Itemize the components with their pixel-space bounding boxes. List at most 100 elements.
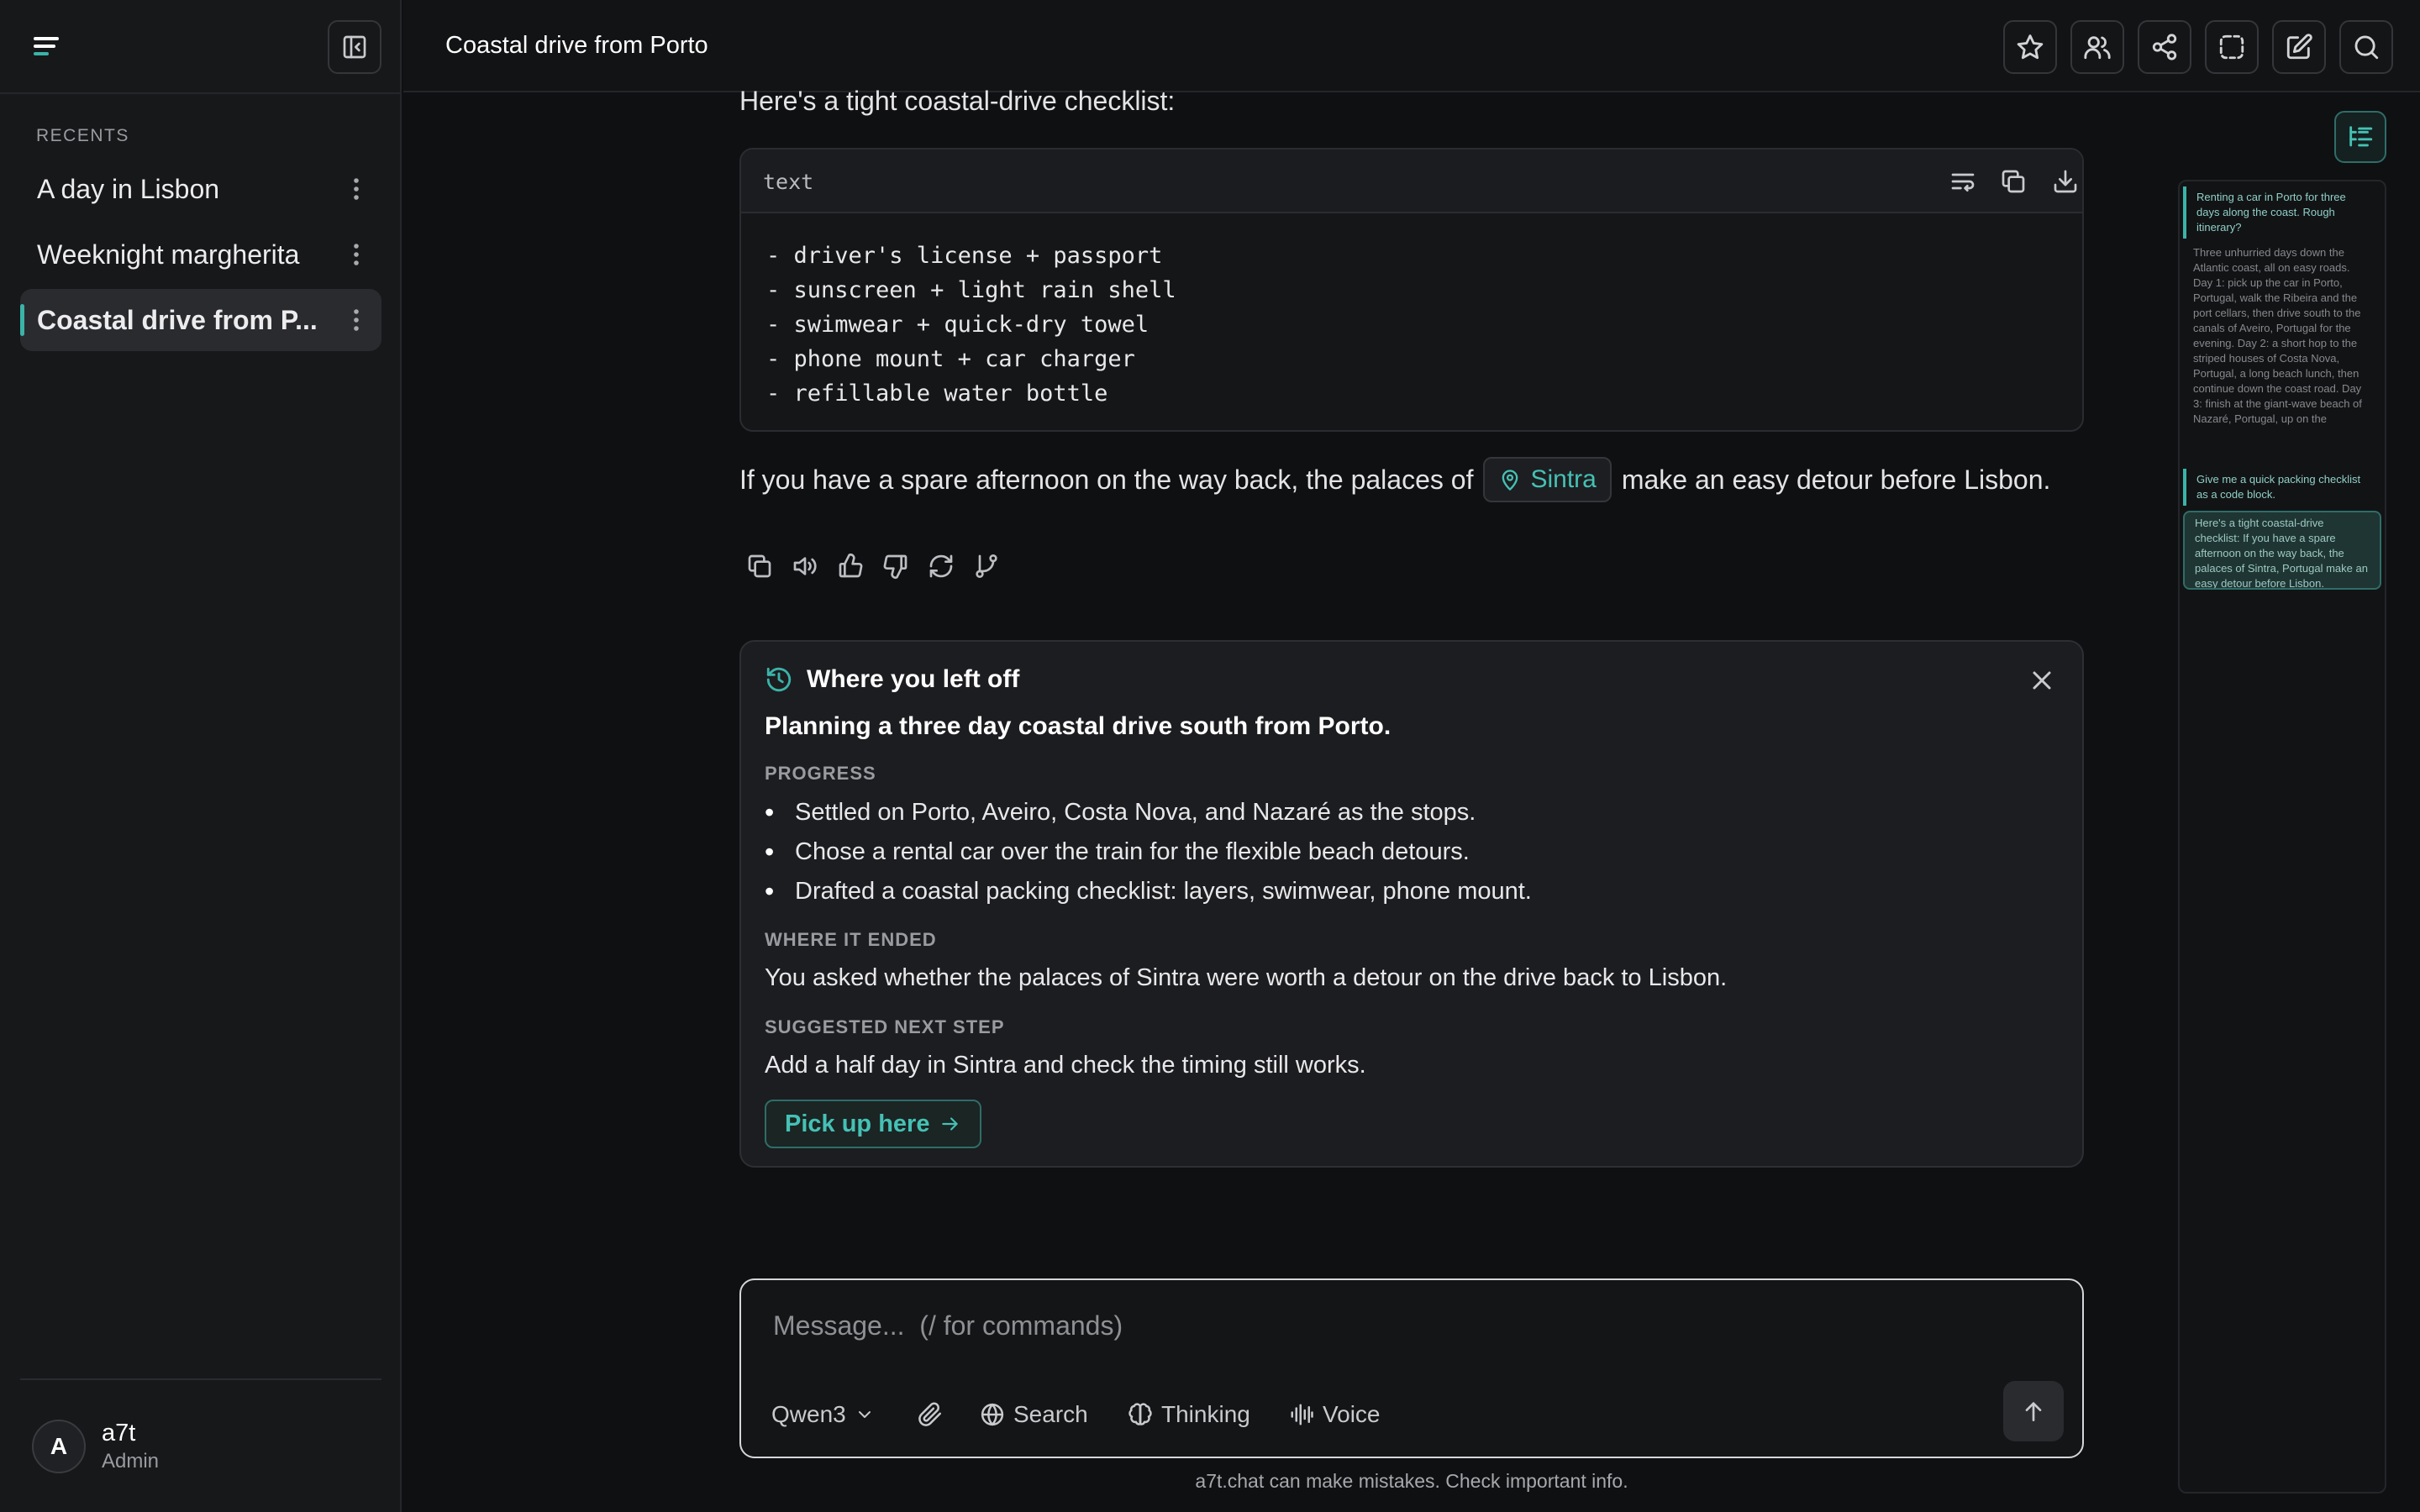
minimap-user-message[interactable]: Renting a car in Porto for three days al… (2183, 186, 2381, 239)
git-branch-icon (976, 554, 997, 578)
download-icon (2054, 170, 2077, 193)
model-selector[interactable]: Qwen3 (771, 1398, 875, 1431)
avatar[interactable]: A (32, 1420, 86, 1473)
progress-item: Settled on Porto, Aveiro, Costa Nova, an… (765, 793, 1532, 832)
recents-label: RECENTS (36, 126, 129, 145)
web-search-toggle[interactable]: Search (980, 1398, 1088, 1431)
share-button[interactable] (2138, 20, 2191, 74)
wrap-text-icon (1951, 173, 1975, 192)
map-pin-icon (1502, 470, 1518, 491)
sidebar: RECENTS A day in Lisbon Weeknight marghe… (0, 0, 402, 1512)
regenerate-button[interactable] (924, 549, 958, 583)
more-options-icon[interactable] (331, 289, 381, 351)
outline-toggle-button[interactable] (2334, 111, 2386, 163)
sidebar-toggle-icon (343, 35, 366, 59)
copy-icon (2002, 170, 2025, 193)
code-block: text - driver's license + passport - sun… (739, 148, 2084, 432)
history-icon (765, 665, 793, 694)
disclaimer-text: a7t.chat can make mistakes. Check import… (1195, 1470, 1628, 1492)
menu-logo-icon[interactable] (32, 32, 62, 62)
code-line: - sunscreen + light rain shell (766, 277, 1176, 303)
list-tree-icon (2349, 126, 2373, 147)
minimap-user-message[interactable]: Give me a quick packing checklist as a c… (2183, 469, 2381, 506)
minimap-current-message[interactable]: Here's a tight coastal-drive checklist: … (2183, 511, 2381, 590)
assistant-paragraph: If you have a spare afternoon on the way… (739, 457, 2050, 502)
paragraph-text-before: If you have a spare afternoon on the way… (739, 464, 1474, 495)
pick-up-here-button[interactable]: Pick up here (765, 1100, 982, 1148)
read-aloud-button[interactable] (788, 549, 822, 583)
message-composer: Qwen3 Search Thinking Voice (739, 1278, 2084, 1458)
thumbs-down-icon (883, 554, 908, 580)
share-icon (2152, 34, 2177, 60)
thumbs-up-icon (839, 553, 863, 578)
arrow-up-icon (2025, 1402, 2042, 1421)
search-icon (2354, 35, 2379, 60)
progress-item: Chose a rental car over the train for th… (765, 832, 1532, 872)
favorite-button[interactable] (2003, 20, 2057, 74)
user-name[interactable]: a7t (102, 1420, 135, 1447)
arrow-right-icon (942, 1117, 959, 1131)
copy-icon (748, 554, 771, 578)
more-options-icon[interactable] (331, 223, 381, 286)
where-you-left-off-card: Where you left off Planning a three day … (739, 640, 2084, 1168)
recent-chat-item[interactable]: A day in Lisbon (20, 158, 381, 220)
recent-chat-label: A day in Lisbon (37, 173, 220, 204)
audio-waveform-icon (1291, 1404, 1313, 1425)
more-options-icon[interactable] (331, 158, 381, 220)
header: Coastal drive from Porto (403, 0, 2420, 92)
message-input[interactable] (773, 1310, 1949, 1341)
thinking-toggle-label: Thinking (1161, 1401, 1250, 1427)
brain-icon (1128, 1403, 1152, 1425)
thumbs-up-button[interactable] (834, 549, 867, 583)
close-icon[interactable] (2027, 665, 2057, 696)
recent-chat-item-active[interactable]: Coastal drive from P... (20, 289, 381, 351)
code-language-label: text (763, 170, 814, 194)
minimap-assistant-message[interactable]: Three unhurried days down the Atlantic c… (2183, 242, 2381, 428)
wrap-lines-button[interactable] (1946, 165, 1980, 198)
star-icon (2017, 34, 2044, 60)
copy-message-button[interactable] (743, 549, 776, 583)
place-chip-label: Sintra (1530, 465, 1597, 493)
copy-code-button[interactable] (1996, 165, 2030, 198)
code-content[interactable]: - driver's license + passport - sunscree… (741, 213, 2082, 430)
recent-chat-item[interactable]: Weeknight margherita (20, 223, 381, 286)
user-role: Admin (102, 1450, 160, 1473)
page-title: Coastal drive from Porto (445, 32, 708, 59)
code-line: - swimwear + quick-dry towel (766, 312, 1150, 338)
edit-icon (2286, 34, 2312, 60)
where-it-ended-text: You asked whether the palaces of Sintra … (765, 964, 1728, 991)
resume-card-heading: Where you left off (807, 665, 1020, 693)
message-actions (743, 549, 1003, 583)
paragraph-text-after: make an easy detour before Lisbon. (1621, 464, 2051, 495)
collapse-sidebar-button[interactable] (328, 20, 381, 74)
place-chip-sintra[interactable]: Sintra (1483, 457, 1612, 502)
thumbs-down-button[interactable] (879, 549, 913, 583)
code-line: - driver's license + passport (766, 243, 1163, 269)
conversation-minimap[interactable]: Renting a car in Porto for three days al… (2178, 180, 2386, 1494)
thinking-toggle[interactable]: Thinking (1128, 1398, 1250, 1431)
next-step-text: Add a half day in Sintra and check the t… (765, 1052, 1366, 1079)
progress-item: Drafted a coastal packing checklist: lay… (765, 872, 1532, 911)
code-block-header: text (741, 150, 2082, 213)
branch-button[interactable] (970, 549, 1003, 583)
search-button[interactable] (2339, 20, 2393, 74)
speaker-icon (793, 557, 817, 575)
progress-list: Settled on Porto, Aveiro, Costa Nova, an… (765, 793, 1532, 911)
assistant-intro-text: Here's a tight coastal-drive checklist: (739, 86, 1176, 116)
voice-button[interactable]: Voice (1289, 1398, 1381, 1431)
users-icon (2084, 36, 2111, 60)
user-divider (20, 1378, 381, 1380)
temporary-chat-button[interactable] (2205, 20, 2259, 74)
participants-button[interactable] (2070, 20, 2124, 74)
resume-summary: Planning a three day coastal drive south… (765, 712, 1392, 740)
code-line: - phone mount + car charger (766, 346, 1135, 372)
download-code-button[interactable] (2049, 165, 2082, 198)
chevron-down-icon (858, 1411, 871, 1418)
progress-label: PROGRESS (765, 763, 876, 784)
new-chat-button[interactable] (2272, 20, 2326, 74)
attach-button[interactable] (918, 1398, 943, 1431)
refresh-icon (929, 554, 953, 578)
model-name: Qwen3 (771, 1401, 846, 1427)
pick-up-here-label: Pick up here (785, 1110, 930, 1137)
send-button[interactable] (2003, 1381, 2064, 1441)
